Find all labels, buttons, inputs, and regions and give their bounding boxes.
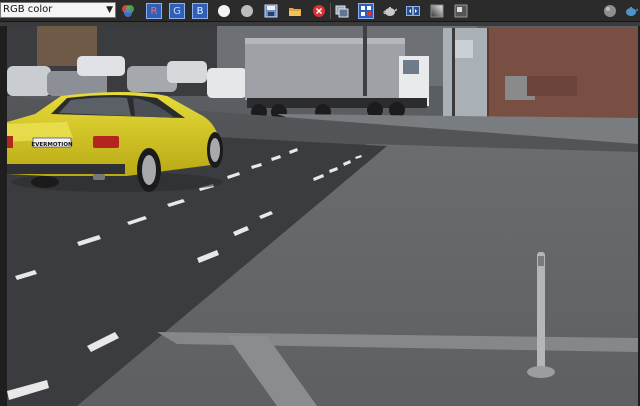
render-teapot-icon[interactable]: [623, 3, 639, 19]
channel-blue-toggle[interactable]: B: [192, 3, 208, 19]
teapot-icon[interactable]: [382, 3, 398, 19]
toolbar-separator: [330, 3, 331, 19]
stop-icon[interactable]: [311, 3, 327, 19]
license-plate-text: EVERMOTION: [31, 142, 73, 148]
channel-mode-value: RGB color: [3, 4, 53, 15]
render-viewport[interactable]: EVERMOTION: [7, 26, 638, 406]
channel-green-label: G: [173, 5, 181, 17]
chevron-down-icon: ▼: [106, 5, 113, 15]
channel-blue-label: B: [196, 5, 204, 17]
channel-mode-dropdown[interactable]: RGB color ▼: [0, 2, 116, 18]
white-circle-icon[interactable]: [216, 3, 232, 19]
folder-open-icon[interactable]: [287, 3, 303, 19]
channel-red-toggle[interactable]: R: [146, 3, 162, 19]
render-window-toolbar: RGB color ▼ R G B: [0, 0, 640, 22]
settings-sphere-icon[interactable]: [602, 3, 618, 19]
save-icon[interactable]: [263, 3, 279, 19]
fit-region-icon[interactable]: [358, 3, 374, 19]
channel-green-toggle[interactable]: G: [169, 3, 185, 19]
gray-circle-icon[interactable]: [239, 3, 255, 19]
tonemap-icon[interactable]: [453, 3, 469, 19]
compare-icon[interactable]: [405, 3, 421, 19]
copy-image-icon[interactable]: [334, 3, 350, 19]
channel-red-label: R: [150, 5, 158, 17]
color-wheel-icon[interactable]: [120, 3, 136, 19]
gradient-icon[interactable]: [429, 3, 445, 19]
street-scene-image: EVERMOTION: [7, 26, 638, 406]
